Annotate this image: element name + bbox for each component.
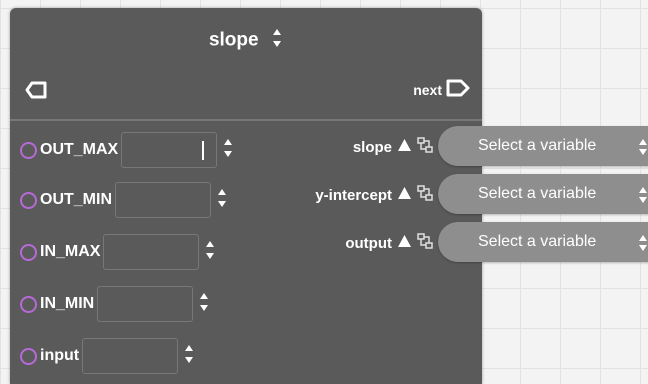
input-row-in-max: IN_MAX [20, 232, 215, 272]
y-intercept-variable-select[interactable]: Select a variable [438, 174, 648, 214]
chevron-up-down-icon [638, 234, 648, 257]
chevron-up-down-icon [638, 186, 648, 209]
output-row-y-intercept: y-intercept [315, 184, 434, 206]
variable-link-icon[interactable] [416, 232, 434, 255]
output-row-output: output [345, 232, 434, 254]
node-title: slope [208, 29, 259, 51]
input-value-input[interactable] [82, 338, 179, 374]
input-port-icon[interactable] [20, 191, 37, 209]
output-label: y-intercept [315, 186, 392, 204]
warning-triangle-icon [397, 234, 412, 253]
input-port-icon[interactable] [20, 295, 37, 313]
text-caret [202, 141, 205, 160]
slope-variable-select[interactable]: Select a variable [438, 126, 648, 166]
warning-triangle-icon [397, 138, 412, 157]
out-max-input[interactable] [121, 132, 218, 168]
header-divider [10, 119, 482, 121]
spinner-arrows-icon[interactable] [223, 136, 233, 165]
output-row-slope: slope [353, 136, 434, 158]
input-port-icon[interactable] [20, 141, 37, 159]
input-row-in-min: IN_MIN [20, 284, 209, 324]
output-variable-select[interactable]: Select a variable [438, 222, 648, 262]
input-label: input [40, 347, 80, 364]
flow-in-port-icon[interactable] [25, 79, 47, 106]
variable-link-icon[interactable] [416, 136, 434, 159]
node-header: slope [10, 26, 482, 56]
input-row-input: input [20, 336, 194, 376]
variable-link-icon[interactable] [416, 184, 434, 207]
output-label: slope [352, 138, 392, 156]
next-label: next [413, 82, 442, 98]
next-port[interactable]: next [413, 79, 470, 101]
chevron-up-down-icon [638, 138, 648, 161]
input-port-icon[interactable] [20, 243, 37, 261]
flow-out-port-icon[interactable] [446, 77, 470, 104]
select-placeholder: Select a variable [478, 185, 597, 202]
in-max-input[interactable] [103, 234, 200, 270]
spinner-arrows-icon[interactable] [184, 342, 194, 371]
input-label: OUT_MAX [40, 141, 119, 158]
spinner-arrows-icon[interactable] [217, 186, 227, 215]
input-label: OUT_MIN [40, 191, 112, 208]
input-port-icon[interactable] [20, 347, 37, 365]
input-row-out-min: OUT_MIN [20, 180, 227, 220]
slope-node[interactable]: slope next OUT_MAX OUT_MIN IN_MAX IN_MIN… [10, 8, 482, 384]
select-placeholder: Select a variable [478, 137, 597, 154]
select-placeholder: Select a variable [478, 233, 597, 250]
input-label: IN_MIN [40, 295, 95, 312]
warning-triangle-icon [397, 186, 412, 205]
spinner-arrows-icon[interactable] [205, 238, 215, 267]
output-label: output [345, 234, 392, 252]
in-min-input[interactable] [97, 286, 194, 322]
input-label: IN_MAX [40, 243, 101, 260]
up-down-arrows-icon[interactable] [271, 26, 283, 55]
out-min-input[interactable] [115, 182, 211, 218]
input-row-out-max: OUT_MAX [20, 130, 233, 170]
spinner-arrows-icon[interactable] [199, 290, 209, 319]
